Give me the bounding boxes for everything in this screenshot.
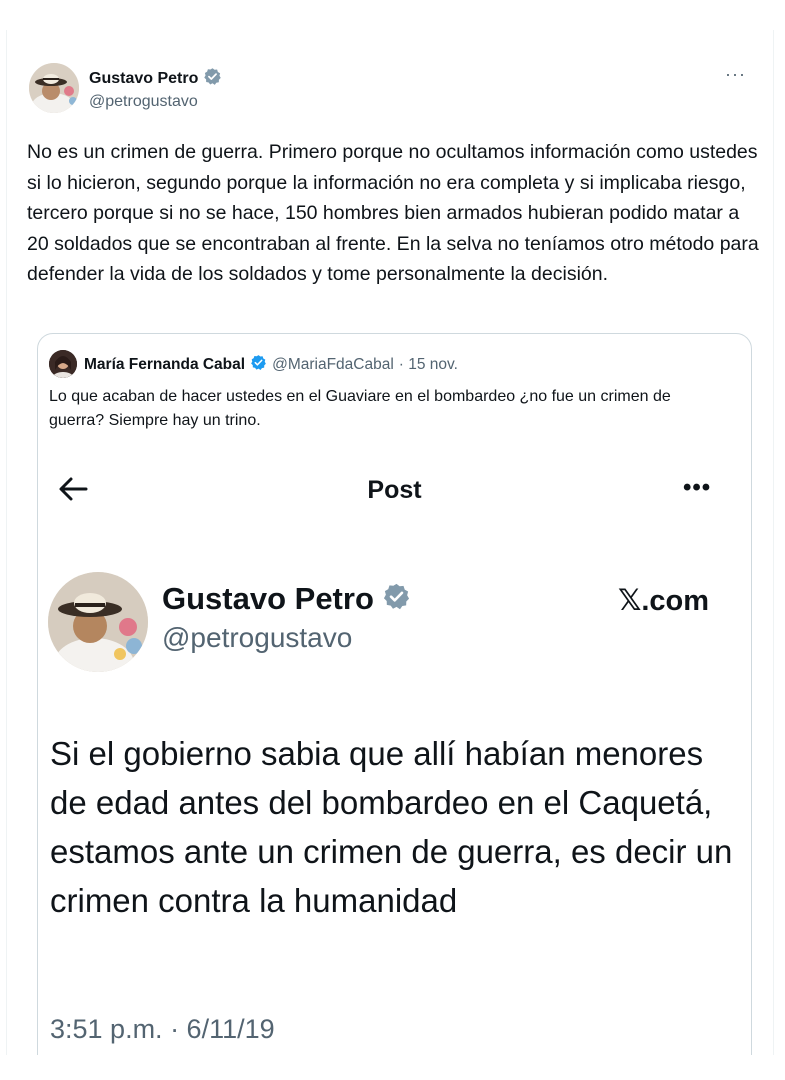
verified-badge-icon [382,582,411,616]
embedded-author-avatar [48,572,148,672]
x-com-watermark: 𝕏.com [618,585,710,617]
embedded-name-row: Gustavo Petro [162,581,411,617]
embedded-author-name: Gustavo Petro [162,581,374,616]
post-title: Post [367,476,422,504]
quoted-date: · 15 nov. [398,356,458,373]
tweet-card[interactable]: Gustavo Petro @petrogustavo ··· No es un… [6,30,774,1055]
author-handle[interactable]: @petrogustavo [89,93,198,111]
verified-badge-icon [250,354,267,376]
tweet-text: No es un crimen de guerra. Primero porqu… [27,141,759,285]
more-options-icon[interactable]: ··· [725,64,746,85]
author-name[interactable]: Gustavo Petro [89,70,198,88]
embedded-timestamp: 3:51 p.m. · 6/11/19 [50,1014,275,1044]
quoted-author-avatar[interactable] [49,350,77,378]
embedded-author-handle: @petrogustavo [162,622,353,653]
author-name-row: Gustavo Petro [89,67,222,91]
embedded-tweet-text: Si el gobierno sabia que allí habían men… [50,735,733,919]
more-icon: ••• [683,474,712,501]
quoted-header: María Fernanda Cabal @MariaFdaCabal · 15… [84,354,458,376]
verified-badge-icon [203,67,222,91]
quoted-author-name[interactable]: María Fernanda Cabal [84,356,245,374]
quoted-tweet[interactable]: María Fernanda Cabal @MariaFdaCabal · 15… [37,333,752,1055]
quoted-author-handle[interactable]: @MariaFdaCabal [272,356,394,374]
author-avatar[interactable] [29,63,79,113]
quoted-text: Lo que acaban de hacer ustedes en el Gua… [49,388,671,429]
